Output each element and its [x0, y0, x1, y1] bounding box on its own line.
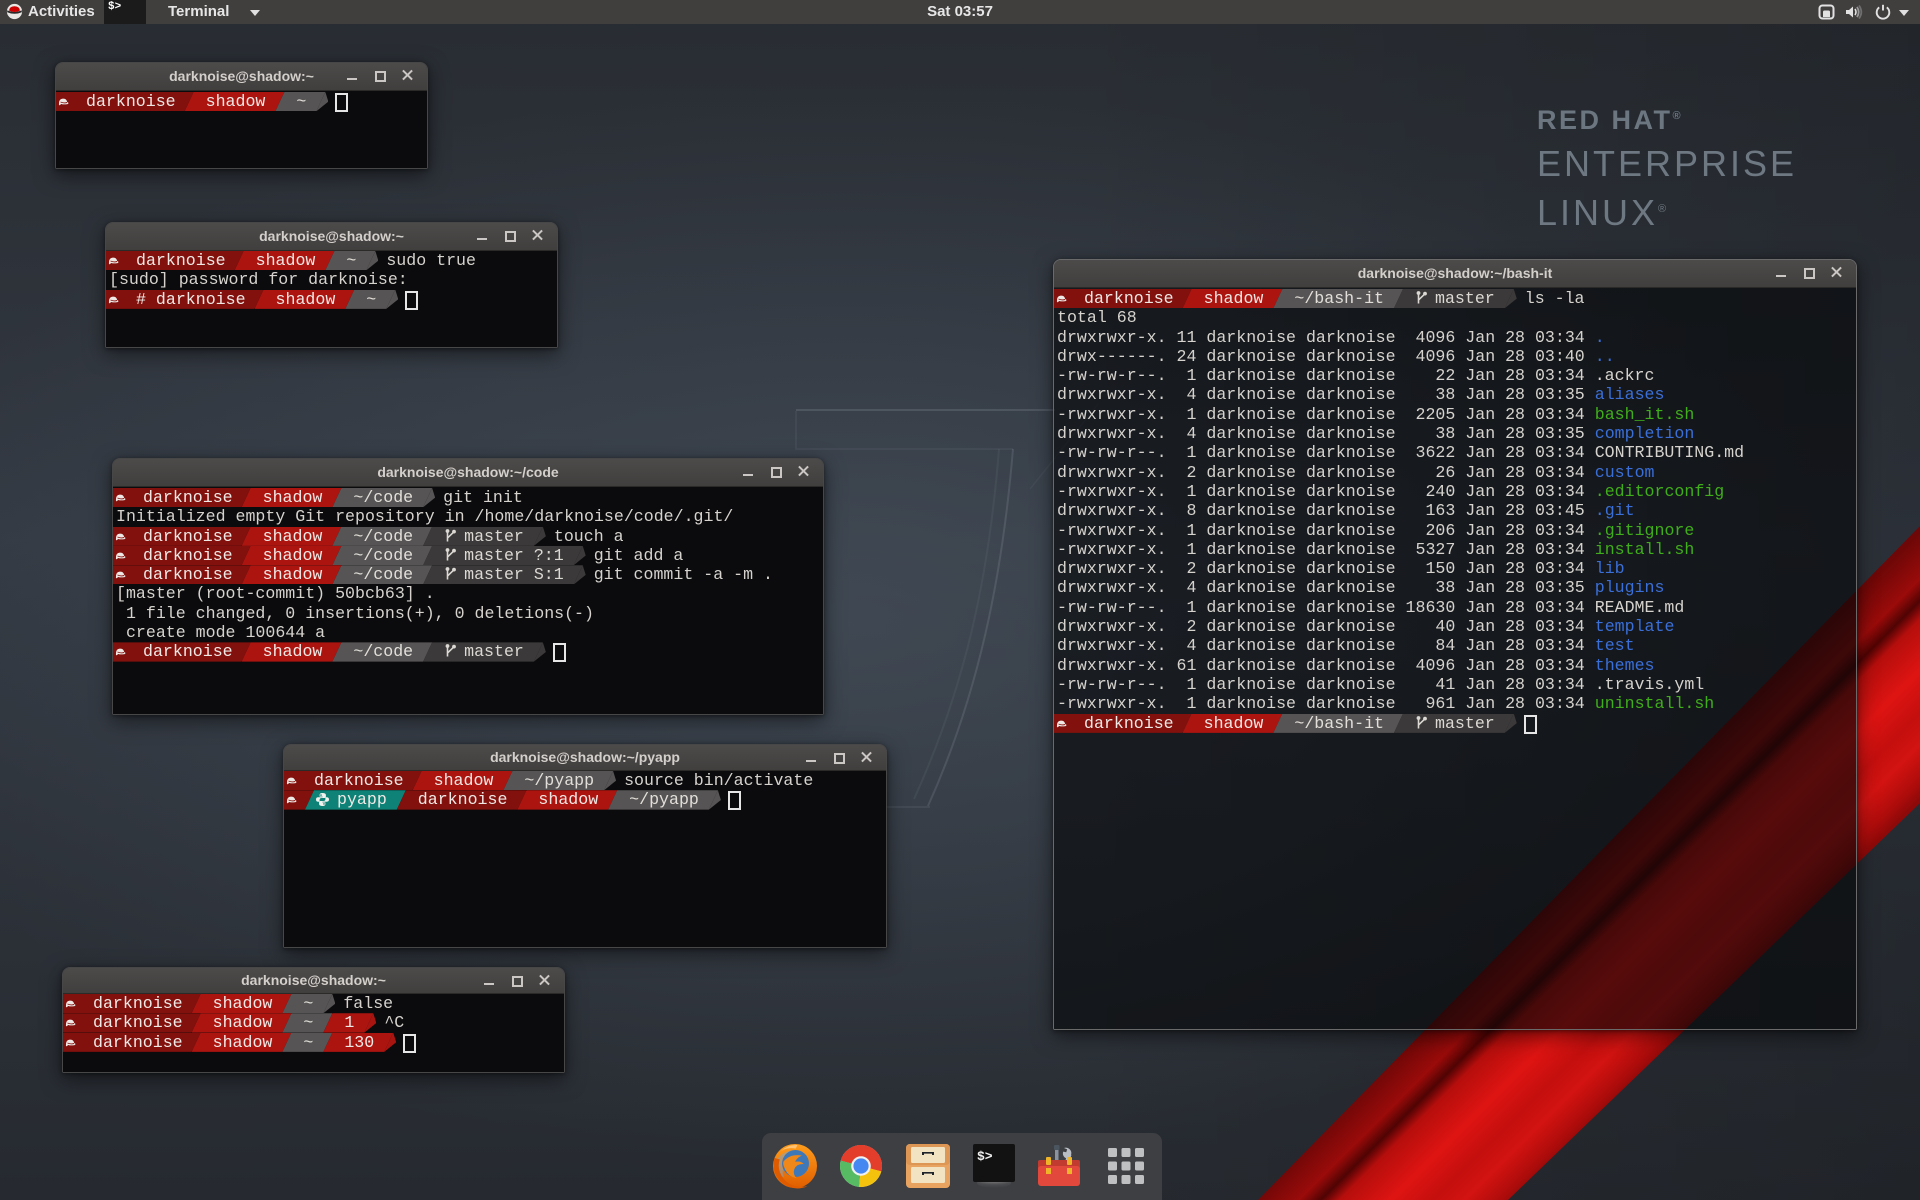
svg-text:$>: $> [977, 1149, 993, 1164]
